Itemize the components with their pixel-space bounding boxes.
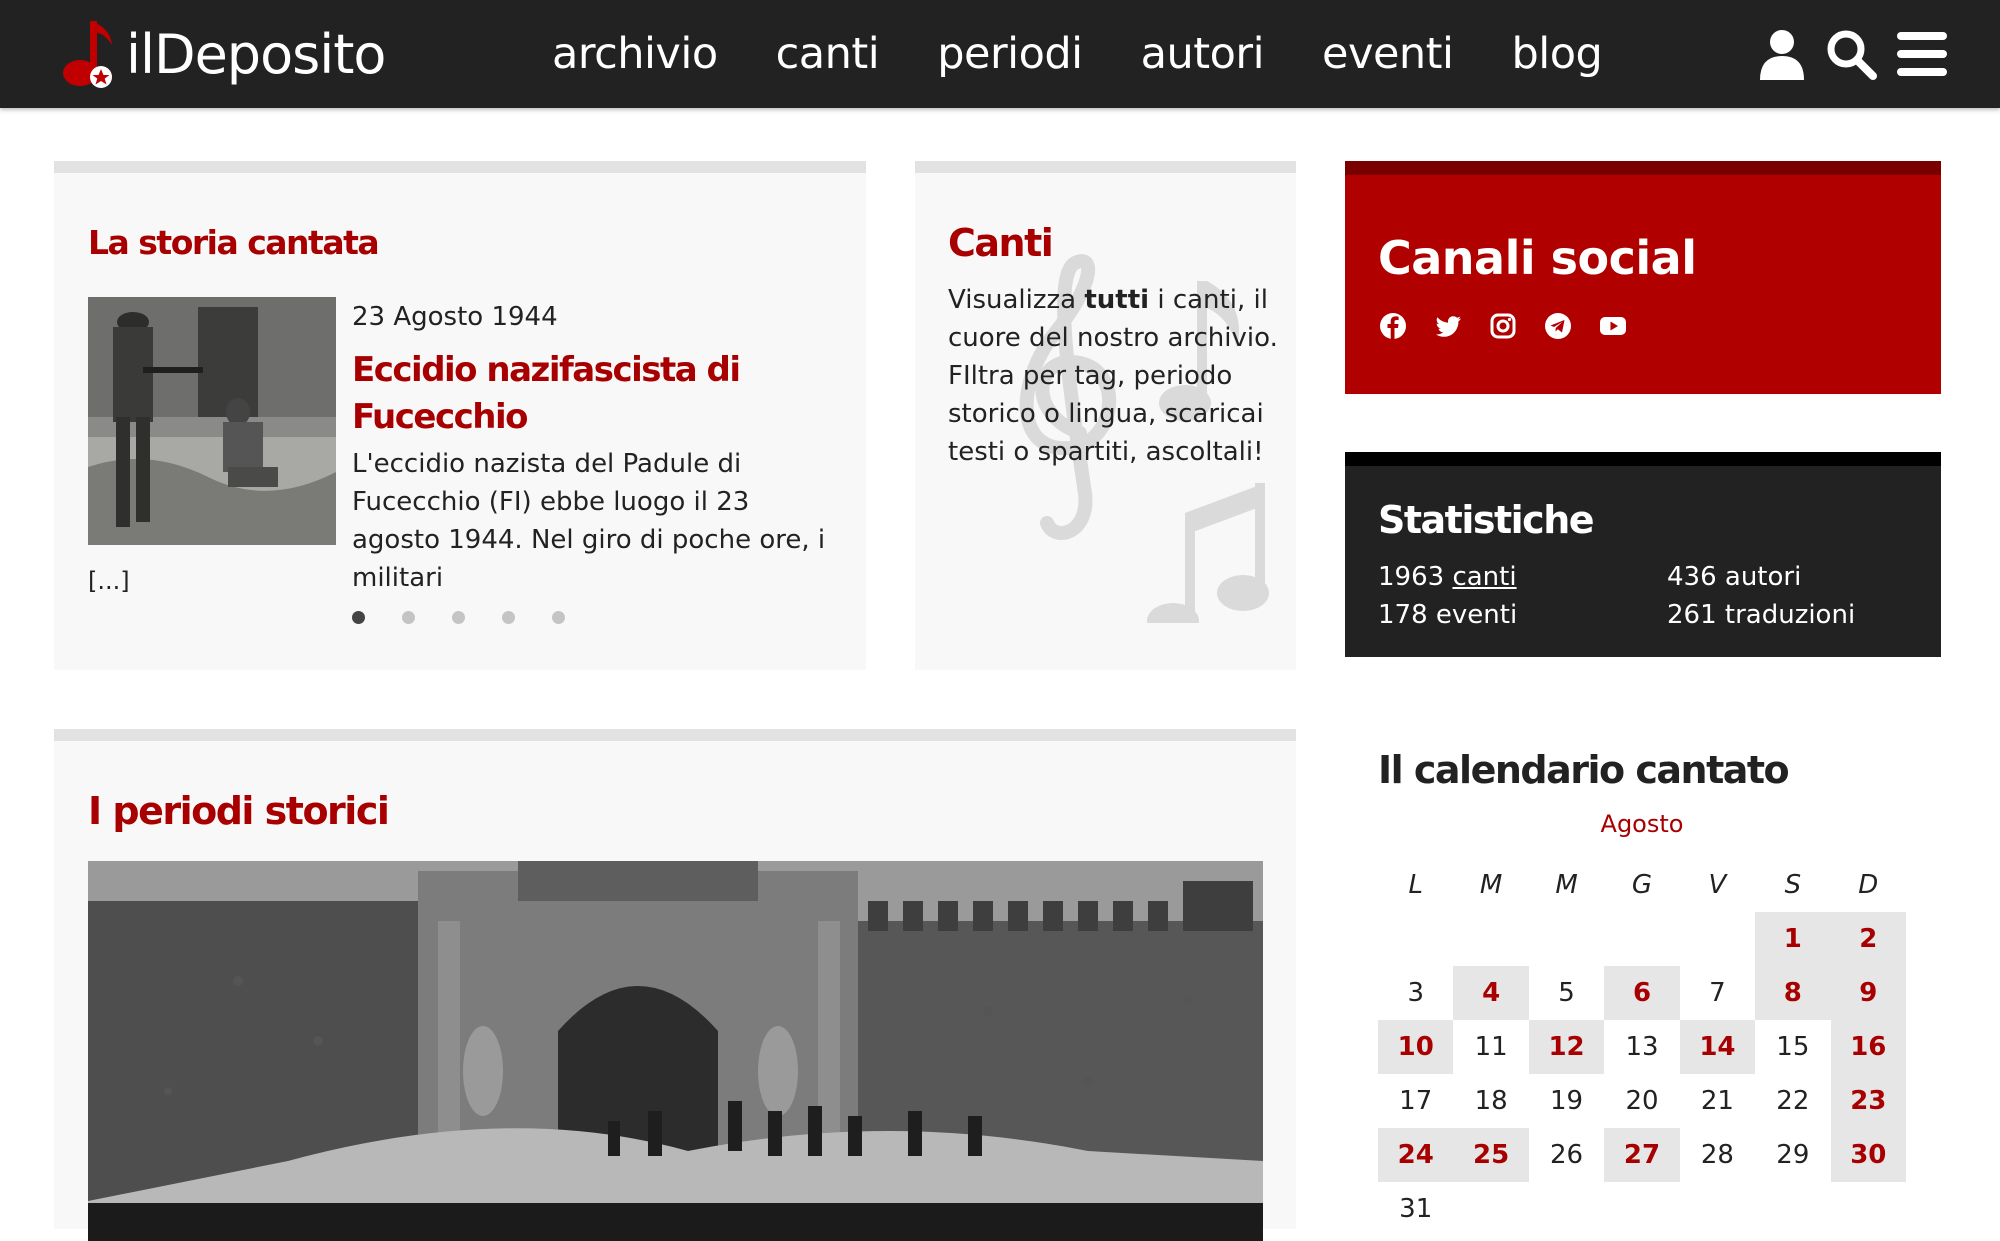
stat-canti: 1963 canti xyxy=(1378,562,1517,592)
calendar-day: 29 xyxy=(1776,1140,1810,1170)
storia-event-heading[interactable]: Eccidio nazifascista di Fucecchio xyxy=(352,347,792,441)
calendar-day: 19 xyxy=(1550,1086,1584,1116)
calendar-day: 7 xyxy=(1709,978,1726,1008)
storia-read-more[interactable]: [...] xyxy=(88,567,130,595)
calendar-empty-cell xyxy=(1680,912,1755,966)
weekday-header: D xyxy=(1858,870,1879,900)
facebook-icon[interactable] xyxy=(1378,311,1408,341)
periodi-storici-card: I periodi storici xyxy=(54,729,1296,1241)
canti-text-bold: tutti xyxy=(1084,285,1150,315)
user-icon[interactable] xyxy=(1754,28,1810,80)
calendar-title: Il calendario cantato xyxy=(1378,748,1790,792)
calendar-day: 31 xyxy=(1399,1194,1433,1224)
weekday-header: M xyxy=(1555,870,1578,900)
storia-event-image[interactable] xyxy=(88,297,336,545)
carousel-dot[interactable] xyxy=(452,611,465,624)
nav-canti[interactable]: canti xyxy=(776,29,880,79)
calendar-day-link[interactable]: 27 xyxy=(1604,1128,1680,1182)
stat-autori: 436 autori xyxy=(1667,562,1802,592)
canti-title[interactable]: Canti xyxy=(948,221,1054,265)
calendar-day-link[interactable]: 12 xyxy=(1528,1020,1605,1074)
calendar-day: 21 xyxy=(1700,1086,1734,1116)
youtube-icon[interactable] xyxy=(1598,311,1628,341)
stat-eventi: 178 eventi xyxy=(1378,600,1518,630)
calendar-day-link[interactable]: 6 xyxy=(1604,966,1680,1020)
instagram-icon[interactable] xyxy=(1488,311,1518,341)
carousel-dot[interactable] xyxy=(402,611,415,624)
statistiche-card: Statistiche 1963 canti 436 autori 178 ev… xyxy=(1345,452,1941,657)
navbar: ilDeposito archivio canti periodi autori… xyxy=(0,0,2000,108)
nav-icons xyxy=(1740,28,1950,80)
calendar-day-link[interactable]: 4 xyxy=(1453,966,1529,1020)
telegram-icon[interactable] xyxy=(1543,311,1573,341)
calendar-empty-cell xyxy=(1604,912,1679,966)
social-icons xyxy=(1378,311,1653,341)
calendar-day: 20 xyxy=(1625,1086,1659,1116)
calendar-empty-cell xyxy=(1378,912,1453,966)
search-icon[interactable] xyxy=(1824,28,1880,80)
weekday-header: M xyxy=(1479,870,1503,900)
calendar-day-link[interactable]: 23 xyxy=(1830,1074,1906,1128)
stat-canti-count: 1963 xyxy=(1378,562,1445,592)
nav-archivio[interactable]: archivio xyxy=(552,29,718,79)
stat-traduzioni: 261 traduzioni xyxy=(1667,600,1856,630)
social-title: Canali social xyxy=(1378,231,1697,285)
site-logo-link[interactable]: ilDeposito xyxy=(52,10,386,98)
calendar-day: 5 xyxy=(1558,978,1575,1008)
twitter-icon[interactable] xyxy=(1433,311,1463,341)
stats-title: Statistiche xyxy=(1378,498,1595,542)
carousel-dot[interactable] xyxy=(552,611,565,624)
storia-cantata-card: La storia cantata 23 Agosto 1944 Eccidio… xyxy=(54,161,866,670)
calendar-day-link[interactable]: 14 xyxy=(1679,1020,1756,1074)
canti-text-part: Visualizza xyxy=(948,285,1085,315)
calendar-day-link[interactable]: 10 xyxy=(1378,1020,1454,1074)
nav-blog[interactable]: blog xyxy=(1511,29,1602,79)
calendar-day-link[interactable]: 24 xyxy=(1378,1128,1454,1182)
carousel-dot[interactable] xyxy=(502,611,515,624)
periodi-title: I periodi storici xyxy=(88,789,390,833)
calendar-month: Agosto xyxy=(1600,810,1684,838)
calendar-day: 17 xyxy=(1399,1086,1433,1116)
calendar-day-link[interactable]: 16 xyxy=(1830,1020,1906,1074)
calendar-day-link[interactable]: 1 xyxy=(1755,912,1831,966)
carousel-dots xyxy=(352,611,602,624)
canti-description: Visualizza tutti i canti, il cuore del n… xyxy=(948,281,1283,471)
music-note-logo-icon xyxy=(63,21,112,88)
weekday-header: L xyxy=(1408,870,1423,900)
calendar-day: 3 xyxy=(1407,978,1424,1008)
calendar-day-link[interactable]: 25 xyxy=(1453,1128,1529,1182)
calendar-day-link[interactable]: 9 xyxy=(1830,966,1906,1020)
stat-canti-link[interactable]: canti xyxy=(1452,562,1516,592)
weekday-header: S xyxy=(1784,870,1802,900)
calendar-day-link[interactable]: 30 xyxy=(1830,1128,1906,1182)
carousel-dot[interactable] xyxy=(352,611,365,624)
storia-event-text: L'eccidio nazista del Padule di Fucecchi… xyxy=(352,449,826,593)
calendar-day: 18 xyxy=(1474,1086,1508,1116)
calendar-day: 22 xyxy=(1776,1086,1810,1116)
weekday-header: V xyxy=(1708,870,1727,900)
nav-periodi[interactable]: periodi xyxy=(937,29,1083,79)
nav-eventi[interactable]: eventi xyxy=(1322,29,1454,79)
storia-event-date: 23 Agosto 1944 xyxy=(352,302,558,332)
calendar-day: 13 xyxy=(1625,1032,1659,1062)
nav-autori[interactable]: autori xyxy=(1141,29,1265,79)
storia-cantata-title: La storia cantata xyxy=(88,223,380,262)
calendar-day: 28 xyxy=(1700,1140,1734,1170)
site-name: ilDeposito xyxy=(126,22,386,86)
calendar-day-link[interactable]: 2 xyxy=(1830,912,1906,966)
calendar-day: 15 xyxy=(1776,1032,1810,1062)
calendar-day-link[interactable]: 8 xyxy=(1755,966,1831,1020)
periodi-feature-image[interactable] xyxy=(88,861,1263,1241)
calendar-day: 26 xyxy=(1550,1140,1584,1170)
calendar-day: 11 xyxy=(1474,1032,1508,1062)
hamburger-menu-icon[interactable] xyxy=(1894,28,1950,80)
main-nav: archivio canti periodi autori eventi blo… xyxy=(552,0,1660,108)
weekday-header: G xyxy=(1631,870,1653,900)
calendar-empty-cell xyxy=(1453,912,1528,966)
calendar-grid: L M M G V S D 1 2 3 4 5 6 7 8 9 10 11 12 13 14 15 16 17 1… xyxy=(1378,858,1906,1236)
canti-card[interactable]: Canti Visualizza tutti i canti, il cuore… xyxy=(915,161,1296,670)
canali-social-card: Canali social xyxy=(1345,161,1941,394)
calendar-empty-cell xyxy=(1529,912,1604,966)
